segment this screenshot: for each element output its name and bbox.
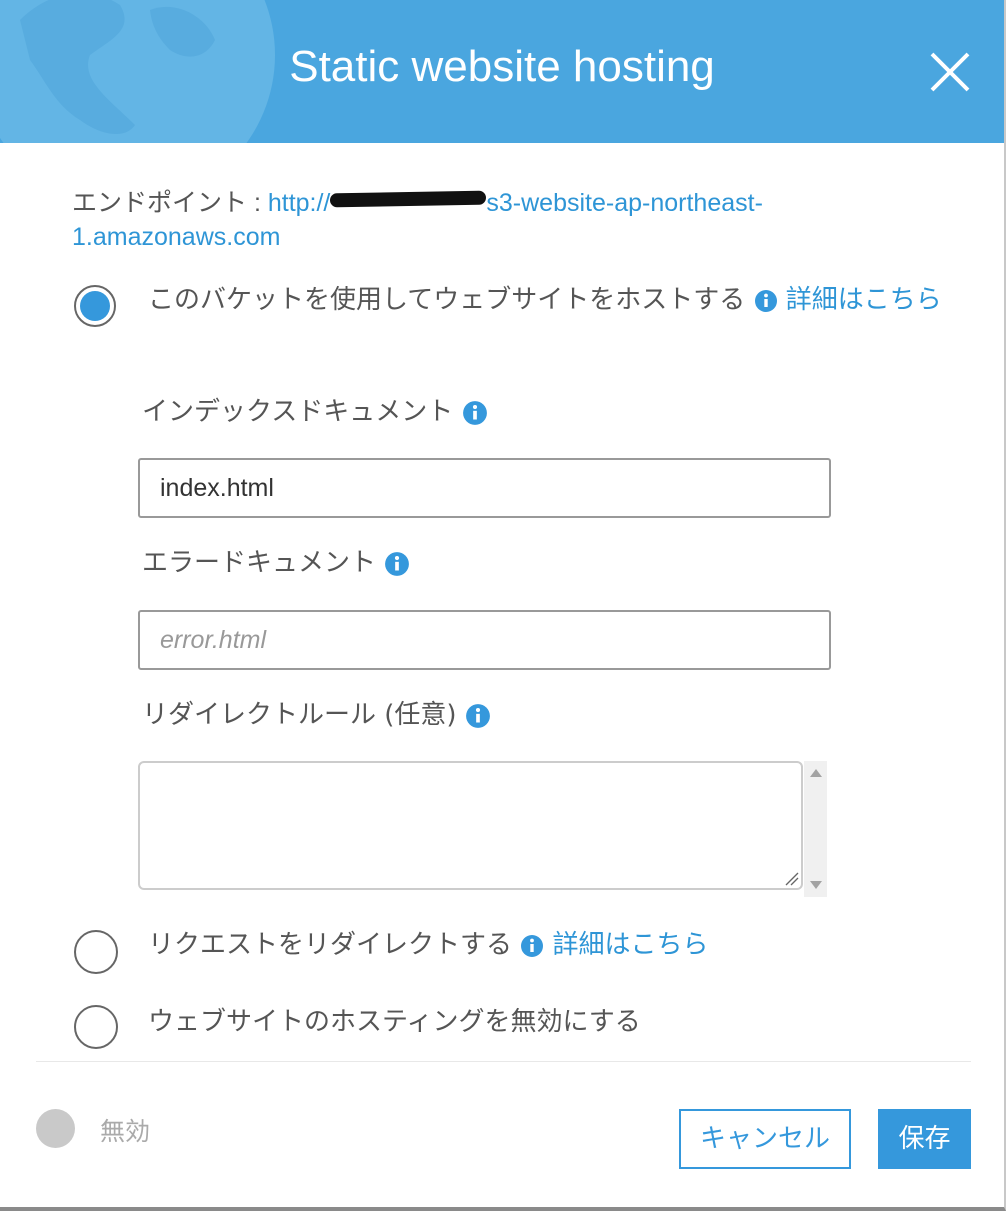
status-label: 無効 xyxy=(100,1117,151,1146)
info-icon[interactable] xyxy=(462,400,488,426)
option-disable-hosting-label: ウェブサイトのホスティングを無効にする xyxy=(148,1007,641,1037)
learn-more-link[interactable]: 詳細はこちら xyxy=(786,285,942,315)
error-document-input[interactable] xyxy=(138,610,831,670)
endpoint-row: エンドポイント : http://s3-website-ap-northeast… xyxy=(72,186,832,254)
option-redirect-requests-label: リクエストをリダイレクトする xyxy=(148,930,513,960)
footer-divider xyxy=(36,1061,971,1062)
info-icon[interactable] xyxy=(465,703,491,729)
error-document-label-row: エラードキュメント xyxy=(142,542,410,579)
learn-more-link[interactable]: 詳細はこちら xyxy=(553,930,709,960)
cancel-button[interactable]: キャンセル xyxy=(679,1109,851,1169)
redirect-rules-label: リダイレクトルール (任意) xyxy=(142,700,457,730)
scroll-down-arrow-icon[interactable] xyxy=(810,881,822,889)
option-host-website-label: このバケットを使用してウェブサイトをホストする xyxy=(148,285,746,315)
info-icon[interactable] xyxy=(384,551,410,577)
option-disable-hosting: ウェブサイトのホスティングを無効にする xyxy=(148,998,948,1046)
radio-redirect-requests[interactable] xyxy=(74,930,118,974)
endpoint-url-prefix: http:// xyxy=(267,189,331,217)
radio-disable-hosting[interactable] xyxy=(74,1005,118,1049)
close-icon[interactable] xyxy=(928,50,972,94)
scroll-up-arrow-icon[interactable] xyxy=(810,769,822,777)
option-redirect-requests: リクエストをリダイレクトする 詳細はこちら xyxy=(148,921,948,969)
info-icon[interactable] xyxy=(754,289,778,313)
redirect-rules-textarea[interactable] xyxy=(138,761,803,890)
index-document-input[interactable] xyxy=(138,458,831,518)
static-website-hosting-dialog: Static website hosting エンドポイント : http://… xyxy=(0,0,1006,1211)
error-document-label: エラードキュメント xyxy=(142,548,377,578)
index-document-label: インデックスドキュメント xyxy=(142,397,454,427)
info-icon[interactable] xyxy=(520,934,544,958)
textarea-scrollbar[interactable] xyxy=(804,761,827,897)
resize-grip-icon[interactable] xyxy=(783,870,799,886)
index-document-label-row: インデックスドキュメント xyxy=(142,391,488,428)
radio-host-website[interactable] xyxy=(74,285,116,327)
redacted-bucket-name xyxy=(330,190,487,208)
dialog-title: Static website hosting xyxy=(289,42,715,91)
radio-dot xyxy=(80,291,110,321)
endpoint-label: エンドポイント : xyxy=(72,189,268,217)
option-host-website: このバケットを使用してウェブサイトをホストする 詳細はこちら xyxy=(148,276,948,324)
status-toggle-indicator xyxy=(36,1109,75,1148)
save-button[interactable]: 保存 xyxy=(878,1109,971,1169)
redirect-rules-label-row: リダイレクトルール (任意) xyxy=(142,694,491,731)
dialog-header: Static website hosting xyxy=(0,0,1004,143)
